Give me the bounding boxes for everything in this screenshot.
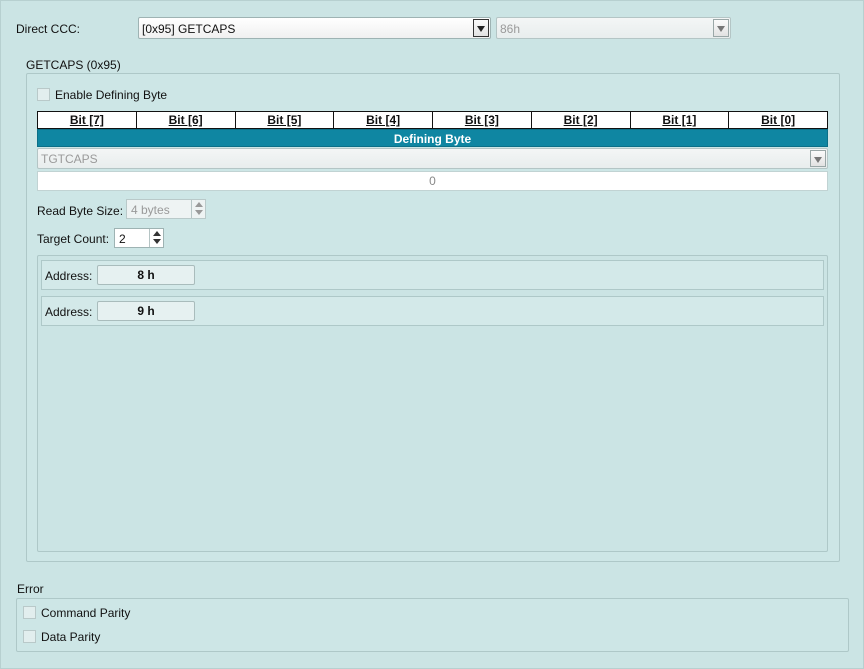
address-label: Address: <box>45 305 93 319</box>
target-count-value[interactable]: 2 <box>119 232 126 246</box>
defining-byte-value-field: 0 <box>37 171 828 191</box>
error-group-title: Error <box>17 582 44 596</box>
spinner-buttons <box>191 200 205 218</box>
data-parity-checkbox[interactable] <box>23 630 36 643</box>
arrow-down-icon <box>192 209 205 218</box>
bit-7-header: Bit [7] <box>38 112 137 128</box>
ccc-panel: Direct CCC: [0x95] GETCAPS 86h GETCAPS (… <box>0 0 864 669</box>
data-parity-label: Data Parity <box>41 630 101 644</box>
bit-0-header: Bit [0] <box>761 113 796 127</box>
arrow-up-icon[interactable] <box>150 229 163 238</box>
spinner-buttons[interactable] <box>149 229 163 247</box>
direct-ccc-label: Direct CCC: <box>16 22 81 36</box>
read-byte-size-label: Read Byte Size: <box>37 204 124 218</box>
getcaps-group-title: GETCAPS (0x95) <box>26 58 121 72</box>
target-row: Address: 9 h <box>41 296 824 326</box>
defining-byte-select-value: TGTCAPS <box>41 152 98 166</box>
read-byte-size-spinner: 4 bytes <box>126 199 206 219</box>
arrow-down-icon[interactable] <box>150 238 163 247</box>
address-field[interactable]: 9 h <box>97 301 195 321</box>
address-field[interactable]: 8 h <box>97 265 195 285</box>
read-byte-size-value: 4 bytes <box>131 203 170 217</box>
arrow-up-icon <box>192 200 205 209</box>
ccc-code-select: 86h <box>496 17 731 39</box>
bit-header-row: Bit [7] Bit [6] Bit [5] Bit [4] Bit [3] … <box>37 111 828 129</box>
direct-ccc-value: [0x95] GETCAPS <box>142 22 236 36</box>
bit-1-header: Bit [1] <box>631 112 730 128</box>
chevron-down-icon[interactable] <box>473 19 489 37</box>
direct-ccc-select[interactable]: [0x95] GETCAPS <box>138 17 491 39</box>
address-label: Address: <box>45 269 93 283</box>
ccc-code-value: 86h <box>500 22 521 36</box>
bit-4-header: Bit [4] <box>334 112 433 128</box>
command-parity-checkbox[interactable] <box>23 606 36 619</box>
bit-6-header: Bit [6] <box>137 112 236 128</box>
chevron-down-icon <box>713 19 729 37</box>
chevron-down-icon <box>810 150 826 167</box>
bit-3-header: Bit [3] <box>433 112 532 128</box>
enable-defining-byte-label: Enable Defining Byte <box>55 88 168 102</box>
target-count-spinner[interactable]: 2 <box>114 228 164 248</box>
command-parity-label: Command Parity <box>41 606 131 620</box>
error-group <box>16 598 849 652</box>
enable-defining-byte-checkbox[interactable] <box>37 88 50 101</box>
target-count-label: Target Count: <box>37 232 110 246</box>
bit-2-header: Bit [2] <box>532 112 631 128</box>
defining-byte-select: TGTCAPS <box>37 148 828 169</box>
bit-5-header: Bit [5] <box>236 112 335 128</box>
defining-byte-bar: Defining Byte <box>37 129 828 147</box>
target-row: Address: 8 h <box>41 260 824 290</box>
